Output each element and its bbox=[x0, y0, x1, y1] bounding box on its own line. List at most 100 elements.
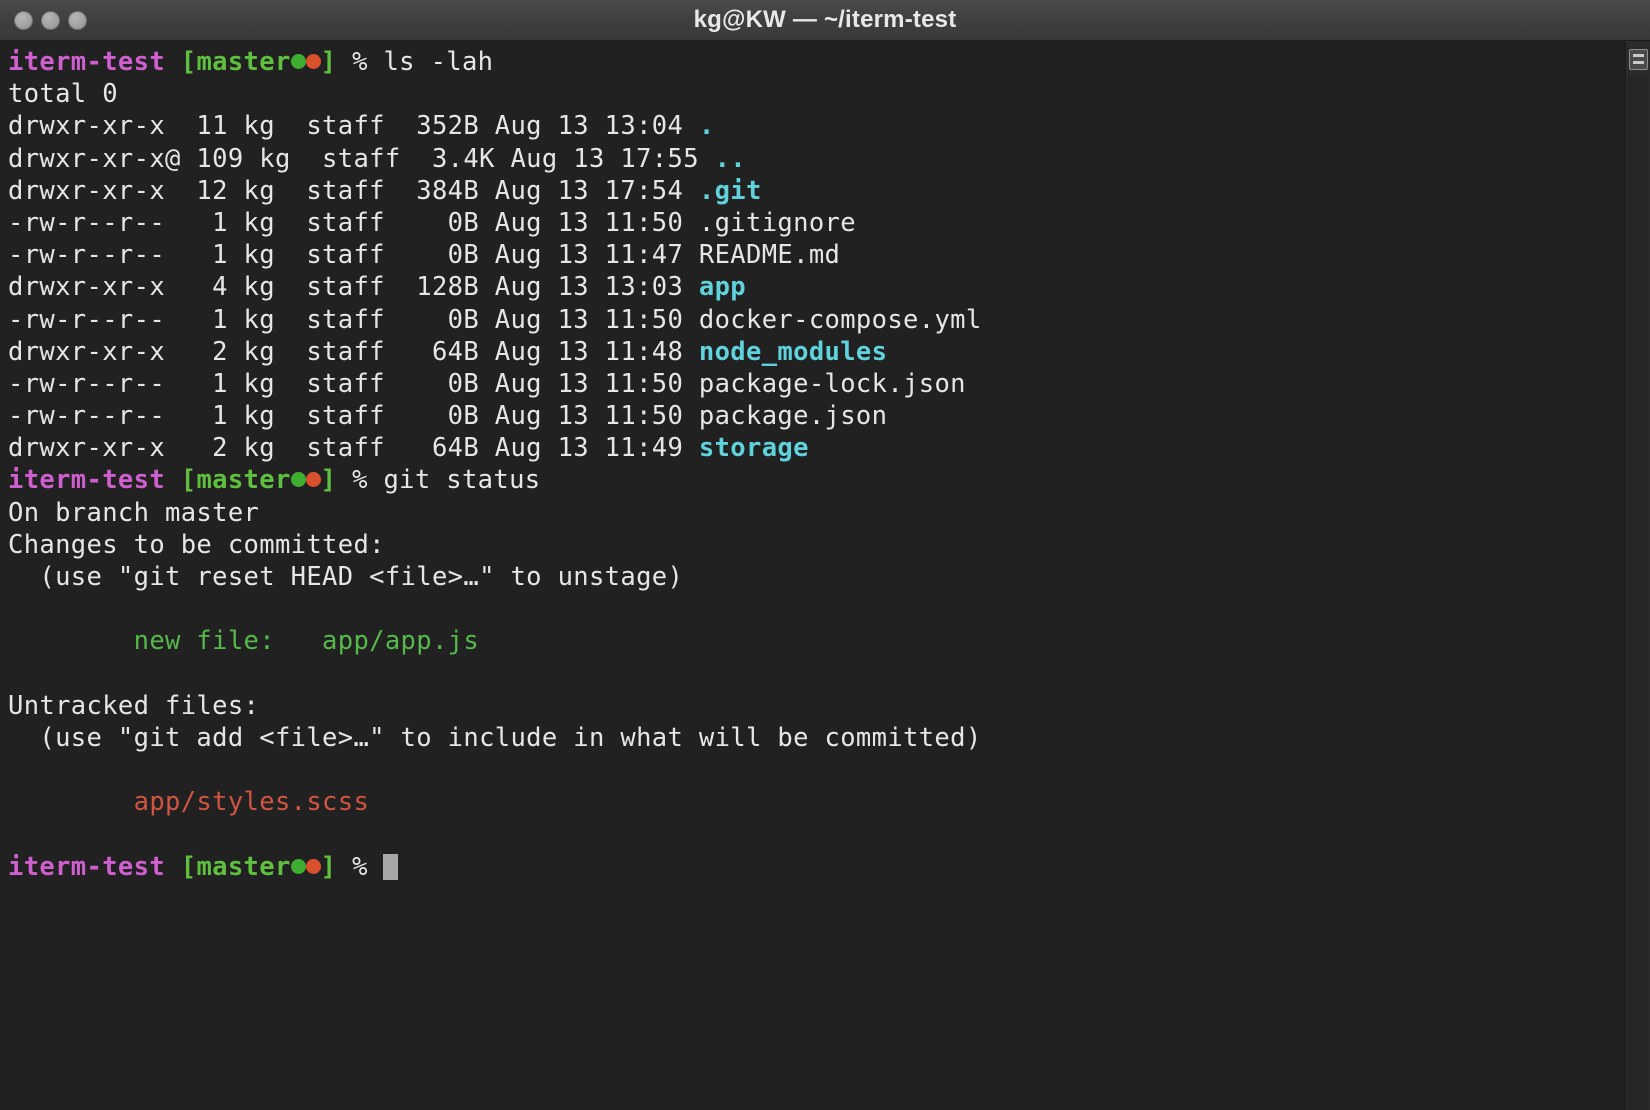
prompt-sigil: % bbox=[352, 465, 368, 495]
terminal-line-ls-gitignore: -rw-r--r-- 1 kg staff 0B Aug 13 11:50 .g… bbox=[8, 207, 1625, 239]
terminal-line-git-untr-hint: (use "git add <file>…" to include in wha… bbox=[8, 722, 1625, 754]
ls-metadata: drwxr-xr-x 2 kg staff 64B Aug 13 11:48 bbox=[8, 337, 699, 367]
ls-file-name: package-lock.json bbox=[699, 369, 966, 399]
space bbox=[336, 465, 352, 495]
git-untracked-entry: app/styles.scss bbox=[8, 787, 369, 817]
space bbox=[336, 852, 352, 882]
scrollbar-position-mark-icon[interactable] bbox=[1629, 49, 1648, 70]
git-status-dot-orange-icon bbox=[306, 54, 321, 69]
git-status-dot-green-icon bbox=[291, 54, 306, 69]
ls-file-name: package.json bbox=[699, 401, 887, 431]
ls-metadata: -rw-r--r-- 1 kg staff 0B Aug 13 11:50 bbox=[8, 401, 699, 431]
scrollbar-track[interactable] bbox=[1628, 77, 1648, 1110]
prompt-command: ls -lah bbox=[383, 47, 493, 77]
terminal-line-ls-total: total 0 bbox=[8, 78, 1625, 110]
terminal-window: kg@KW — ~/iterm-test iterm-test [master]… bbox=[0, 0, 1650, 1110]
prompt-bracket-open: [ bbox=[181, 465, 197, 495]
ls-metadata: drwxr-xr-x@ 109 kg staff 3.4K Aug 13 17:… bbox=[8, 144, 715, 174]
terminal-line-blank-2 bbox=[8, 658, 1625, 690]
terminal-line-ls-pkg: -rw-r--r-- 1 kg staff 0B Aug 13 11:50 pa… bbox=[8, 400, 1625, 432]
output-text: On branch master bbox=[8, 498, 259, 528]
terminal-line-ls-nodemodules: drwxr-xr-x 2 kg staff 64B Aug 13 11:48 n… bbox=[8, 336, 1625, 368]
terminal-prompt-line-prompt-git: iterm-test [master] % git status bbox=[8, 464, 1625, 496]
output-text: total 0 bbox=[8, 79, 118, 109]
ls-metadata: drwxr-xr-x 2 kg staff 64B Aug 13 11:49 bbox=[8, 433, 699, 463]
prompt-bracket-close: ] bbox=[321, 47, 337, 77]
terminal-line-git-untr-hdr: Untracked files: bbox=[8, 690, 1625, 722]
terminal-prompt-line-prompt-ls: iterm-test [master] % ls -lah bbox=[8, 46, 1625, 78]
terminal-line-ls-storage: drwxr-xr-x 2 kg staff 64B Aug 13 11:49 s… bbox=[8, 432, 1625, 464]
space bbox=[368, 47, 384, 77]
ls-file-name: .gitignore bbox=[699, 208, 856, 238]
ls-directory-name: .. bbox=[715, 144, 746, 174]
terminal-line-git-staged-hint: (use "git reset HEAD <file>…" to unstage… bbox=[8, 561, 1625, 593]
output-text: (use "git add <file>…" to include in wha… bbox=[8, 723, 982, 753]
terminal-scrollbar[interactable] bbox=[1625, 41, 1650, 1110]
output-text: (use "git reset HEAD <file>…" to unstage… bbox=[8, 562, 683, 592]
window-title: kg@KW — ~/iterm-test bbox=[0, 6, 1650, 34]
space bbox=[165, 47, 181, 77]
ls-metadata: -rw-r--r-- 1 kg staff 0B Aug 13 11:50 bbox=[8, 208, 699, 238]
ls-metadata: -rw-r--r-- 1 kg staff 0B Aug 13 11:50 bbox=[8, 305, 699, 335]
ls-directory-name: . bbox=[699, 111, 715, 141]
terminal-line-git-newfile: new file: app/app.js bbox=[8, 625, 1625, 657]
ls-directory-name: node_modules bbox=[699, 337, 887, 367]
terminal-line-git-untr-file: app/styles.scss bbox=[8, 786, 1625, 818]
space bbox=[368, 465, 384, 495]
space bbox=[165, 852, 181, 882]
terminal-line-blank-4 bbox=[8, 819, 1625, 851]
terminal-line-ls-git: drwxr-xr-x 12 kg staff 384B Aug 13 17:54… bbox=[8, 175, 1625, 207]
ls-metadata: drwxr-xr-x 4 kg staff 128B Aug 13 13:03 bbox=[8, 272, 699, 302]
minimize-button[interactable] bbox=[41, 11, 60, 30]
output-text: Changes to be committed: bbox=[8, 530, 385, 560]
prompt-branch: master bbox=[196, 465, 290, 495]
prompt-bracket-close: ] bbox=[321, 852, 337, 882]
ls-directory-name: app bbox=[699, 272, 746, 302]
window-titlebar[interactable]: kg@KW — ~/iterm-test bbox=[0, 0, 1650, 41]
traffic-light-group bbox=[0, 11, 87, 30]
git-staged-entry: new file: app/app.js bbox=[8, 626, 479, 656]
space bbox=[336, 47, 352, 77]
git-status-dot-green-icon bbox=[291, 859, 306, 874]
prompt-repo: iterm-test bbox=[8, 47, 165, 77]
close-button[interactable] bbox=[14, 11, 33, 30]
ls-directory-name: storage bbox=[699, 433, 809, 463]
prompt-command: git status bbox=[383, 465, 540, 495]
terminal-line-git-staged-hdr: Changes to be committed: bbox=[8, 529, 1625, 561]
terminal-body: iterm-test [master] % ls -lahtotal 0drwx… bbox=[0, 41, 1650, 1110]
prompt-branch: master bbox=[196, 47, 290, 77]
prompt-bracket-open: [ bbox=[181, 47, 197, 77]
space bbox=[165, 465, 181, 495]
terminal-line-blank-3 bbox=[8, 754, 1625, 786]
ls-metadata: -rw-r--r-- 1 kg staff 0B Aug 13 11:50 bbox=[8, 369, 699, 399]
text-cursor bbox=[383, 854, 398, 880]
prompt-repo: iterm-test bbox=[8, 465, 165, 495]
prompt-bracket-open: [ bbox=[181, 852, 197, 882]
terminal-line-ls-dot: drwxr-xr-x 11 kg staff 352B Aug 13 13:04… bbox=[8, 110, 1625, 142]
terminal-line-ls-readme: -rw-r--r-- 1 kg staff 0B Aug 13 11:47 RE… bbox=[8, 239, 1625, 271]
ls-directory-name: .git bbox=[699, 176, 762, 206]
terminal-line-blank-1 bbox=[8, 593, 1625, 625]
git-status-dot-green-icon bbox=[291, 472, 306, 487]
ls-metadata: drwxr-xr-x 12 kg staff 384B Aug 13 17:54 bbox=[8, 176, 699, 206]
prompt-branch: master bbox=[196, 852, 290, 882]
terminal-line-ls-pkglock: -rw-r--r-- 1 kg staff 0B Aug 13 11:50 pa… bbox=[8, 368, 1625, 400]
terminal-line-git-branch: On branch master bbox=[8, 497, 1625, 529]
terminal-line-ls-app: drwxr-xr-x 4 kg staff 128B Aug 13 13:03 … bbox=[8, 271, 1625, 303]
ls-file-name: README.md bbox=[699, 240, 840, 270]
git-status-dot-orange-icon bbox=[306, 472, 321, 487]
prompt-bracket-close: ] bbox=[321, 465, 337, 495]
space bbox=[368, 852, 384, 882]
ls-metadata: drwxr-xr-x 11 kg staff 352B Aug 13 13:04 bbox=[8, 111, 699, 141]
git-status-dot-orange-icon bbox=[306, 859, 321, 874]
prompt-repo: iterm-test bbox=[8, 852, 165, 882]
terminal-line-ls-dotdot: drwxr-xr-x@ 109 kg staff 3.4K Aug 13 17:… bbox=[8, 143, 1625, 175]
output-text: Untracked files: bbox=[8, 691, 259, 721]
terminal-output[interactable]: iterm-test [master] % ls -lahtotal 0drwx… bbox=[0, 41, 1625, 1110]
ls-file-name: docker-compose.yml bbox=[699, 305, 982, 335]
prompt-sigil: % bbox=[352, 47, 368, 77]
terminal-prompt-line-prompt-final: iterm-test [master] % bbox=[8, 851, 1625, 883]
prompt-sigil: % bbox=[352, 852, 368, 882]
maximize-button[interactable] bbox=[68, 11, 87, 30]
terminal-line-ls-docker: -rw-r--r-- 1 kg staff 0B Aug 13 11:50 do… bbox=[8, 304, 1625, 336]
